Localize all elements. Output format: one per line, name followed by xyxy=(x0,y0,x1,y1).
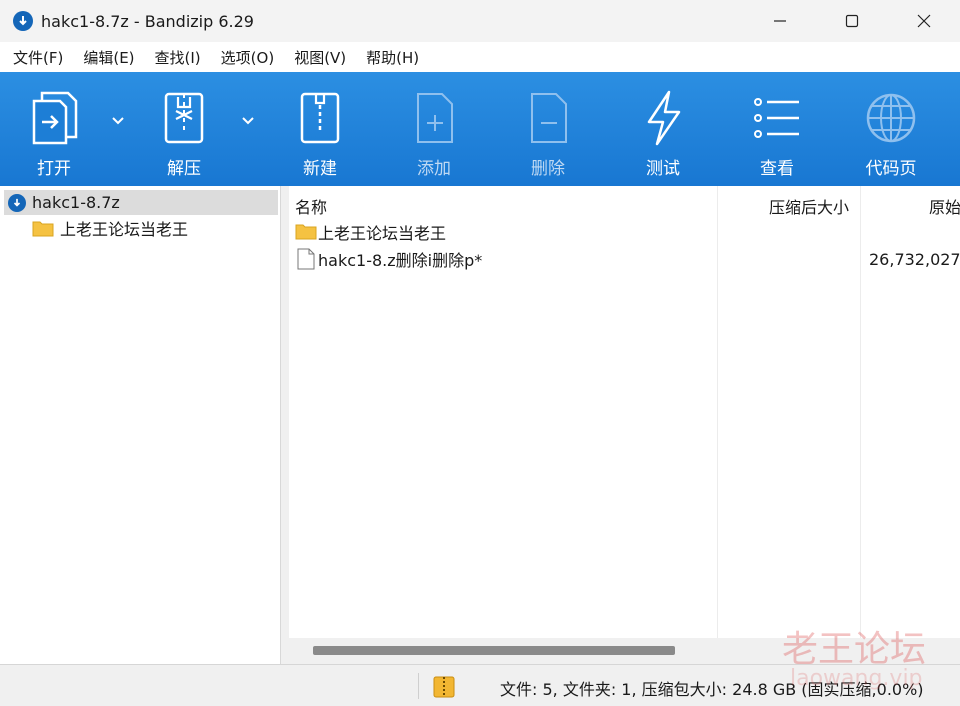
tree-item-root[interactable]: hakc1-8.7z xyxy=(4,190,278,215)
pane-splitter[interactable] xyxy=(281,186,289,664)
maximize-button[interactable] xyxy=(816,0,888,42)
codepage-button[interactable]: 代码页 xyxy=(856,72,926,186)
add-label: 添加 xyxy=(417,159,451,179)
view-list-icon xyxy=(747,88,807,148)
minimize-button[interactable] xyxy=(744,0,816,42)
menu-view[interactable]: 视图(V) xyxy=(294,47,346,68)
add-button[interactable]: 添加 xyxy=(404,72,464,186)
extract-dropdown-chevron-icon[interactable] xyxy=(240,112,256,128)
close-icon xyxy=(917,14,931,28)
extract-label: 解压 xyxy=(167,159,201,179)
archive-zip-icon xyxy=(433,676,455,698)
codepage-label: 代码页 xyxy=(865,159,917,179)
list-item[interactable]: hakc1-8.z删除i删除p* 26,732,027 xyxy=(289,245,960,273)
file-icon xyxy=(297,248,315,270)
codepage-globe-icon xyxy=(861,88,921,148)
add-file-icon xyxy=(404,88,464,148)
extract-button[interactable]: 解压 xyxy=(154,72,214,186)
test-lightning-icon xyxy=(633,88,693,148)
extract-icon xyxy=(154,88,214,148)
delete-file-icon xyxy=(518,88,578,148)
column-header-name[interactable]: 名称 xyxy=(295,194,327,218)
menu-edit[interactable]: 编辑(E) xyxy=(83,47,134,68)
delete-button[interactable]: 删除 xyxy=(518,72,578,186)
menu-file[interactable]: 文件(F) xyxy=(13,47,63,68)
folder-icon xyxy=(295,224,317,240)
view-button[interactable]: 查看 xyxy=(747,72,807,186)
title-bar: hakc1-8.7z - Bandizip 6.29 xyxy=(0,0,960,42)
menu-bar: 文件(F) 编辑(E) 查找(I) 选项(O) 视图(V) 帮助(H) xyxy=(0,42,960,72)
open-archive-icon xyxy=(24,88,84,148)
tree-folder-label: 上老王论坛当老王 xyxy=(60,219,189,239)
menu-find[interactable]: 查找(I) xyxy=(155,47,201,68)
bandizip-logo-icon xyxy=(13,11,33,31)
bandizip-logo-icon xyxy=(8,193,26,212)
list-item[interactable]: 上老王论坛当老王 xyxy=(289,218,960,246)
menu-help[interactable]: 帮助(H) xyxy=(366,47,419,68)
minimize-icon xyxy=(774,20,786,22)
toolbar: 打开 解压 新建 添加 删除 测试 查看 代码页 xyxy=(0,72,960,186)
new-archive-label: 新建 xyxy=(303,159,337,179)
status-divider xyxy=(418,673,419,699)
delete-label: 删除 xyxy=(531,159,565,179)
maximize-icon xyxy=(845,14,859,28)
column-header-packed-size[interactable]: 压缩后大小 xyxy=(769,194,849,218)
new-archive-button[interactable]: 新建 xyxy=(290,72,350,186)
window-title: hakc1-8.7z - Bandizip 6.29 xyxy=(41,11,254,31)
watermark: 老王论坛 xyxy=(782,629,927,670)
scrollbar-thumb[interactable] xyxy=(313,646,675,655)
tree-root-label: hakc1-8.7z xyxy=(32,193,120,212)
file-list: 名称 压缩后大小 原始 上老王论坛当老王 hakc1-8.z删除i删除p* 26… xyxy=(289,186,960,664)
tree-item-folder[interactable]: 上老王论坛当老王 xyxy=(32,215,188,240)
open-button[interactable]: 打开 xyxy=(24,72,84,186)
open-dropdown-chevron-icon[interactable] xyxy=(110,112,126,128)
list-item-name: 上老王论坛当老王 xyxy=(318,224,447,243)
list-item-original-size: 26,732,027 xyxy=(869,249,960,269)
view-label: 查看 xyxy=(760,159,794,179)
test-label: 测试 xyxy=(646,159,680,179)
test-button[interactable]: 测试 xyxy=(633,72,693,186)
watermark-url: laowang.vip xyxy=(790,666,923,691)
open-label: 打开 xyxy=(37,159,71,179)
menu-options[interactable]: 选项(O) xyxy=(221,47,275,68)
folder-icon xyxy=(32,221,54,236)
list-item-name: hakc1-8.z删除i删除p* xyxy=(318,251,483,270)
close-button[interactable] xyxy=(888,0,960,42)
new-archive-icon xyxy=(290,88,350,148)
folder-tree: hakc1-8.7z 上老王论坛当老王 xyxy=(0,186,281,664)
column-header-original-size[interactable]: 原始 xyxy=(929,194,960,218)
